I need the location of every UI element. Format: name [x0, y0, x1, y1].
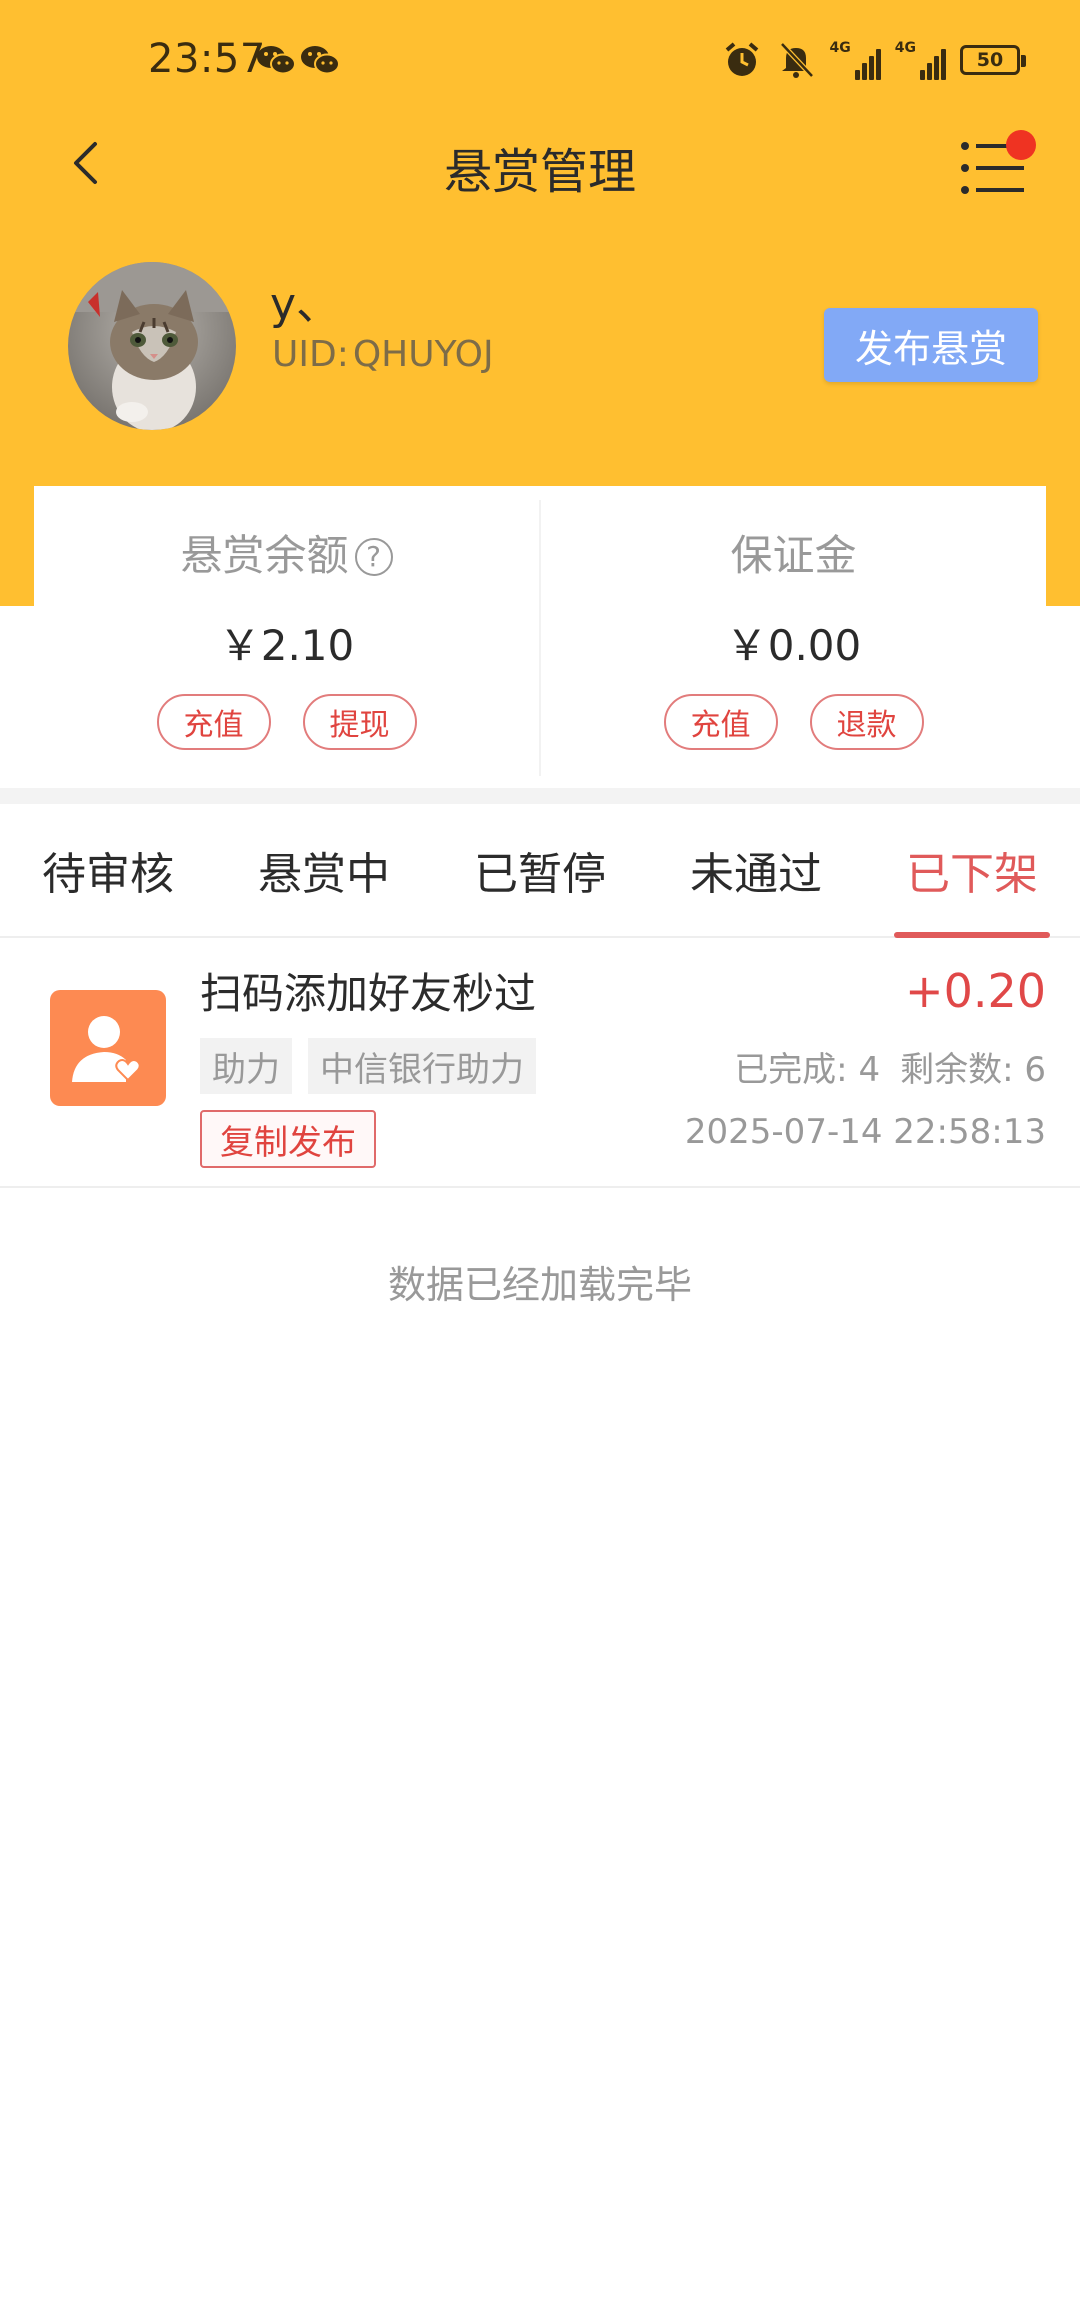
withdraw-button[interactable]: 提现	[302, 694, 417, 750]
status-icons: 4G 4G 50	[722, 38, 1026, 82]
task-icon	[50, 990, 166, 1106]
deposit-section: 保证金 ￥0.00 充值 退款	[541, 486, 1046, 788]
task-reward: +0.20	[905, 964, 1046, 1018]
tab-pending-review[interactable]: 待审核	[0, 804, 216, 936]
uid-label: UID:	[272, 334, 349, 375]
tab-removed[interactable]: 已下架	[864, 804, 1080, 938]
list-item[interactable]: 扫码添加好友秒过 +0.20 助力 中信银行助力 已完成: 4 剩余数: 6 复…	[0, 940, 1080, 1188]
avatar[interactable]	[68, 262, 236, 430]
deposit-label: 保证金	[730, 531, 857, 580]
mute-bell-icon	[779, 42, 814, 78]
uid-value: QHUYOJ	[352, 334, 494, 375]
notification-dot	[1006, 130, 1036, 160]
signal-strength-icon: 4G	[830, 40, 881, 80]
task-tags: 助力 中信银行助力	[200, 1038, 536, 1094]
completed-count: 已完成: 4	[734, 1050, 881, 1090]
page-title: 悬赏管理	[443, 144, 636, 200]
remaining-count: 剩余数: 6	[900, 1050, 1046, 1090]
deposit-amount: ￥0.00	[725, 621, 862, 670]
task-tag: 中信银行助力	[308, 1038, 536, 1094]
task-tag: 助力	[200, 1038, 292, 1094]
user-heart-icon	[72, 1016, 141, 1082]
task-timestamp: 2025-07-14 22:58:13	[684, 1112, 1046, 1152]
status-bar: 23:57 4G 4G 50	[0, 0, 1080, 120]
load-complete-text: 数据已经加载完毕	[387, 1263, 692, 1307]
kitten-avatar-image	[68, 262, 236, 430]
reward-balance-amount: ￥2.10	[218, 621, 355, 670]
help-icon[interactable]: ?	[354, 538, 393, 576]
reward-recharge-button[interactable]: 充值	[156, 694, 271, 750]
uid-row: UID: QHUYOJ	[272, 334, 494, 375]
section-divider	[0, 788, 1080, 804]
copy-publish-button[interactable]: 复制发布	[200, 1110, 376, 1168]
balance-card: 悬赏余额? ￥2.10 充值 提现 保证金 ￥0.00 充值 退款	[0, 486, 1080, 788]
signal-strength-icon: 4G	[895, 40, 946, 80]
task-stats: 已完成: 4 剩余数: 6	[734, 1042, 1046, 1091]
battery-icon: 50	[960, 45, 1026, 75]
alarm-icon	[725, 42, 758, 76]
username: y、	[270, 279, 341, 330]
reward-balance-label: 悬赏余额	[180, 531, 349, 580]
wechat-icon	[257, 46, 296, 75]
tab-rejected[interactable]: 未通过	[648, 804, 864, 936]
tab-paused[interactable]: 已暂停	[432, 804, 648, 936]
status-tabs: 待审核 悬赏中 已暂停 未通过 已下架	[0, 804, 1080, 938]
reward-balance-section: 悬赏余额? ￥2.10 充值 提现	[34, 486, 539, 788]
reward-balance-label-row: 悬赏余额?	[34, 522, 539, 583]
task-title: 扫码添加好友秒过	[200, 969, 537, 1018]
status-time: 23:57	[148, 36, 266, 82]
refund-button[interactable]: 退款	[809, 694, 924, 750]
deposit-recharge-button[interactable]: 充值	[663, 694, 778, 750]
tab-in-progress[interactable]: 悬赏中	[216, 804, 432, 936]
publish-reward-button[interactable]: 发布悬赏	[824, 308, 1038, 382]
menu-button[interactable]	[960, 130, 1040, 200]
wechat-icon	[301, 46, 340, 75]
